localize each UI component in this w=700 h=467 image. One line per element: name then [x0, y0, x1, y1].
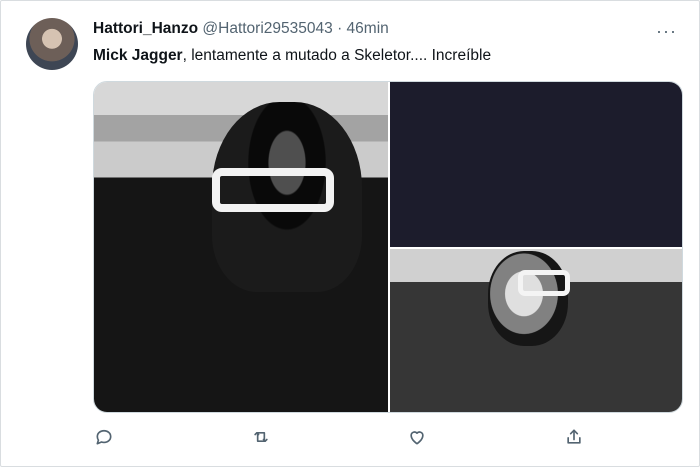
author-display-name[interactable]: Hattori_Hanzo [93, 20, 198, 37]
action-bar [93, 426, 585, 448]
tweet-card: Hattori_Hanzo @Hattori29535043 · 46min ·… [0, 0, 700, 467]
separator-dot: · [337, 20, 343, 37]
reply-icon[interactable] [93, 426, 115, 448]
like-icon[interactable] [406, 426, 428, 448]
author-handle[interactable]: @Hattori29535043 [202, 20, 332, 37]
more-options-icon[interactable]: ··· [656, 21, 677, 42]
tweet-body: , lentamente a mutado a Skeletor.... Inc… [182, 47, 492, 64]
tweet-text: Mick Jagger, lentamente a mutado a Skele… [93, 47, 491, 65]
media-image-top-right[interactable] [390, 82, 682, 247]
media-grid [93, 81, 683, 413]
share-icon[interactable] [563, 426, 585, 448]
retweet-icon[interactable] [250, 426, 272, 448]
tweet-header: Hattori_Hanzo @Hattori29535043 · 46min [93, 20, 389, 38]
media-image-bottom-right[interactable] [390, 249, 682, 412]
avatar[interactable] [26, 18, 78, 70]
tweet-time[interactable]: 46min [347, 20, 389, 37]
media-image-left[interactable] [94, 82, 388, 412]
mention-name[interactable]: Mick Jagger [93, 47, 183, 64]
